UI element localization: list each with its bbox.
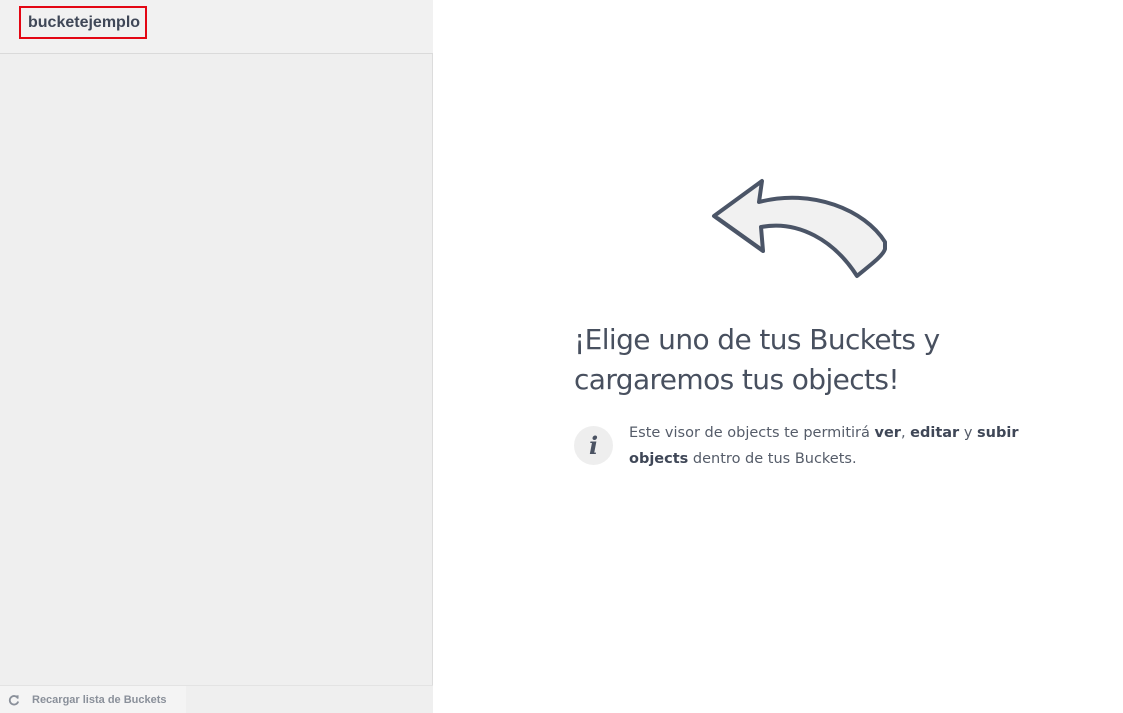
info-text-part: Este visor de objects te permitirá (629, 425, 875, 441)
curved-arrow-illustration (706, 178, 890, 282)
reload-buckets-button[interactable]: Recargar lista de Buckets (0, 686, 186, 713)
bucket-list: bucketejemplo (0, 0, 433, 54)
info-text-part: , (900, 425, 911, 441)
info-bold-editar: editar (910, 425, 960, 441)
info-text-part: y (959, 425, 978, 441)
info-bold-ver: ver (874, 425, 901, 441)
main-heading: ¡Elige uno de tus Buckets y cargaremos t… (574, 323, 940, 396)
info-icon: i (574, 426, 613, 465)
bucket-item[interactable]: bucketejemplo (19, 6, 148, 39)
info-message: i Este visor de objects te permitirá ver… (574, 420, 1044, 472)
reload-label: Recargar lista de Buckets (32, 693, 167, 706)
bucket-sidebar: bucketejemplo Recargar lista de Buckets (0, 0, 433, 713)
sidebar-footer: Recargar lista de Buckets (0, 685, 433, 713)
reload-icon (8, 694, 20, 706)
info-text-part: dentro de tus Buckets. (688, 451, 857, 467)
info-text: Este visor de objects te permitirá ver, … (629, 420, 1044, 472)
